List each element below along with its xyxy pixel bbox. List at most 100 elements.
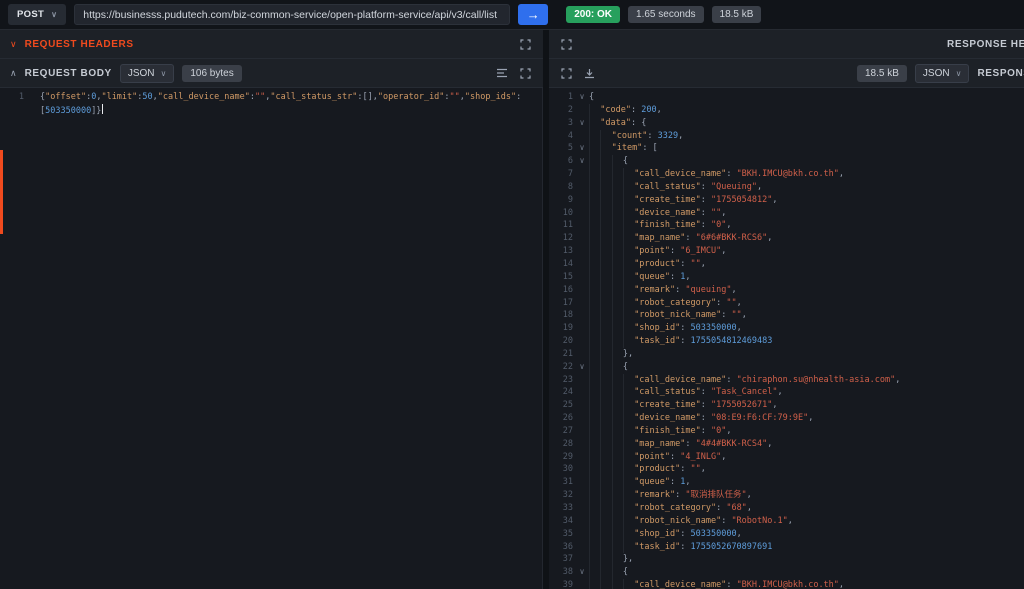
fold-chevron-icon[interactable]: ∨: [575, 117, 589, 130]
indent-guide: [589, 309, 600, 322]
line-number: 14: [549, 258, 575, 271]
code-text: {: [589, 91, 1024, 104]
expand-icon[interactable]: [559, 37, 574, 52]
indent-guide: [589, 194, 600, 207]
response-headers-section[interactable]: RESPONSE HEADERS: [549, 30, 1024, 59]
format-icon[interactable]: [494, 66, 510, 80]
expand-icon[interactable]: [559, 66, 574, 81]
indent-guide: [623, 194, 634, 207]
fold-spacer: [575, 438, 589, 451]
code-line: 32"remark": "取消排队任务",: [549, 489, 1024, 502]
indent-guide: [589, 245, 600, 258]
response-body-lines: 1∨{2"code": 200,3∨"data": {4"count": 332…: [549, 91, 1024, 589]
code-line: [503350000]}: [0, 104, 542, 117]
indent-guide: [600, 194, 611, 207]
indent-guide: [600, 142, 611, 155]
fold-spacer: [575, 219, 589, 232]
send-arrow-icon: →: [527, 8, 540, 21]
code-line: 23"call_device_name": "chiraphon.su@nhea…: [549, 374, 1024, 387]
indent-guide: [623, 219, 634, 232]
fold-spacer: [575, 476, 589, 489]
indent-guide: [589, 168, 600, 181]
indent-guide: [623, 502, 634, 515]
indent-guide: [600, 219, 611, 232]
fold-chevron-icon[interactable]: ∨: [575, 155, 589, 168]
response-format-select[interactable]: JSON ∨: [915, 64, 970, 83]
indent-guide: [623, 425, 634, 438]
code-line: 21},: [549, 348, 1024, 361]
code-line: 6∨{: [549, 155, 1024, 168]
indent-guide: [589, 502, 600, 515]
indent-guide: [612, 245, 623, 258]
expand-icon[interactable]: [518, 66, 533, 81]
line-number: 17: [549, 297, 575, 310]
code-line: 26 "device_name": "08:E9:F6:CF:79:9E",: [549, 412, 1024, 425]
indent-guide: [589, 476, 600, 489]
indent-guide: [623, 335, 634, 348]
indent-guide: [623, 515, 634, 528]
code-line: 28"map_name": "4#4#BKK-RCS4",: [549, 438, 1024, 451]
fold-spacer: [575, 130, 589, 143]
code-line: 29"point": "4_INLG",: [549, 451, 1024, 464]
code-text: "call_device_name": "BKH.IMCU@bkh.co.th"…: [589, 168, 1024, 181]
code-line: 30"product": "",: [549, 463, 1024, 476]
indent-guide: [589, 451, 600, 464]
line-number: 29: [549, 451, 575, 464]
indent-guide: [589, 271, 600, 284]
method-select[interactable]: POST ∨: [8, 4, 66, 25]
indent-guide: [612, 361, 623, 374]
indent-guide: [612, 566, 623, 579]
code-text: "robot_nick_name": "",: [589, 309, 1024, 322]
indent-guide: [623, 284, 634, 297]
method-label: POST: [17, 9, 44, 20]
indent-guide: [623, 463, 634, 476]
time-badge: 1.65 seconds: [628, 6, 704, 23]
code-text: "device_name": "08:E9:F6:CF:79:9E",: [589, 412, 1024, 425]
code-line: 5∨"item": [: [549, 142, 1024, 155]
fold-spacer: [575, 425, 589, 438]
chevron-up-icon: ∧: [10, 68, 17, 79]
line-number: 26: [549, 412, 575, 425]
code-line: 9"create_time": "1755054812",: [549, 194, 1024, 207]
code-text: "queue": 1,: [589, 271, 1024, 284]
fold-spacer: [575, 348, 589, 361]
fold-spacer: [575, 553, 589, 566]
line-number: 35: [549, 528, 575, 541]
indent-guide: [589, 181, 600, 194]
send-button[interactable]: →: [518, 4, 548, 25]
response-size-badge: 18.5 kB: [857, 65, 907, 82]
fold-spacer: [26, 91, 40, 104]
request-body-editor[interactable]: 1{"offset":0,"limit":50,"call_device_nam…: [0, 88, 543, 589]
download-icon[interactable]: [582, 66, 597, 81]
body-format-select[interactable]: JSON ∨: [120, 64, 175, 83]
indent-guide: [600, 232, 611, 245]
fold-spacer: [575, 515, 589, 528]
code-line: 39"call_device_name": "BKH.IMCU@bkh.co.t…: [549, 579, 1024, 589]
indent-guide: [600, 438, 611, 451]
body-size-badge: 106 bytes: [182, 65, 241, 82]
fold-spacer: [575, 284, 589, 297]
fold-chevron-icon[interactable]: ∨: [575, 566, 589, 579]
line-number: 1: [0, 91, 26, 104]
body-format-label: JSON: [128, 68, 155, 79]
indent-guide: [612, 553, 623, 566]
fold-chevron-icon[interactable]: ∨: [575, 91, 589, 104]
request-body-section[interactable]: ∧ REQUEST BODY JSON ∨ 106 bytes: [0, 59, 543, 88]
indent-guide: [612, 232, 623, 245]
code-text: "robot_nick_name": "RobotNo.1",: [589, 515, 1024, 528]
indent-guide: [589, 207, 600, 220]
expand-icon[interactable]: [518, 37, 533, 52]
fold-chevron-icon[interactable]: ∨: [575, 361, 589, 374]
fold-spacer: [575, 271, 589, 284]
fold-chevron-icon[interactable]: ∨: [575, 142, 589, 155]
code-text: },: [589, 553, 1024, 566]
line-number: 19: [549, 322, 575, 335]
indent-guide: [600, 374, 611, 387]
code-line: 17"robot_category": "",: [549, 297, 1024, 310]
response-body-viewer[interactable]: 1∨{2"code": 200,3∨"data": {4"count": 332…: [549, 88, 1024, 589]
indent-guide: [612, 181, 623, 194]
url-input[interactable]: [74, 4, 510, 25]
request-headers-section[interactable]: ∨ REQUEST HEADERS: [0, 30, 543, 59]
indent-guide: [612, 579, 623, 589]
code-line: 8"call_status": "Queuing",: [549, 181, 1024, 194]
